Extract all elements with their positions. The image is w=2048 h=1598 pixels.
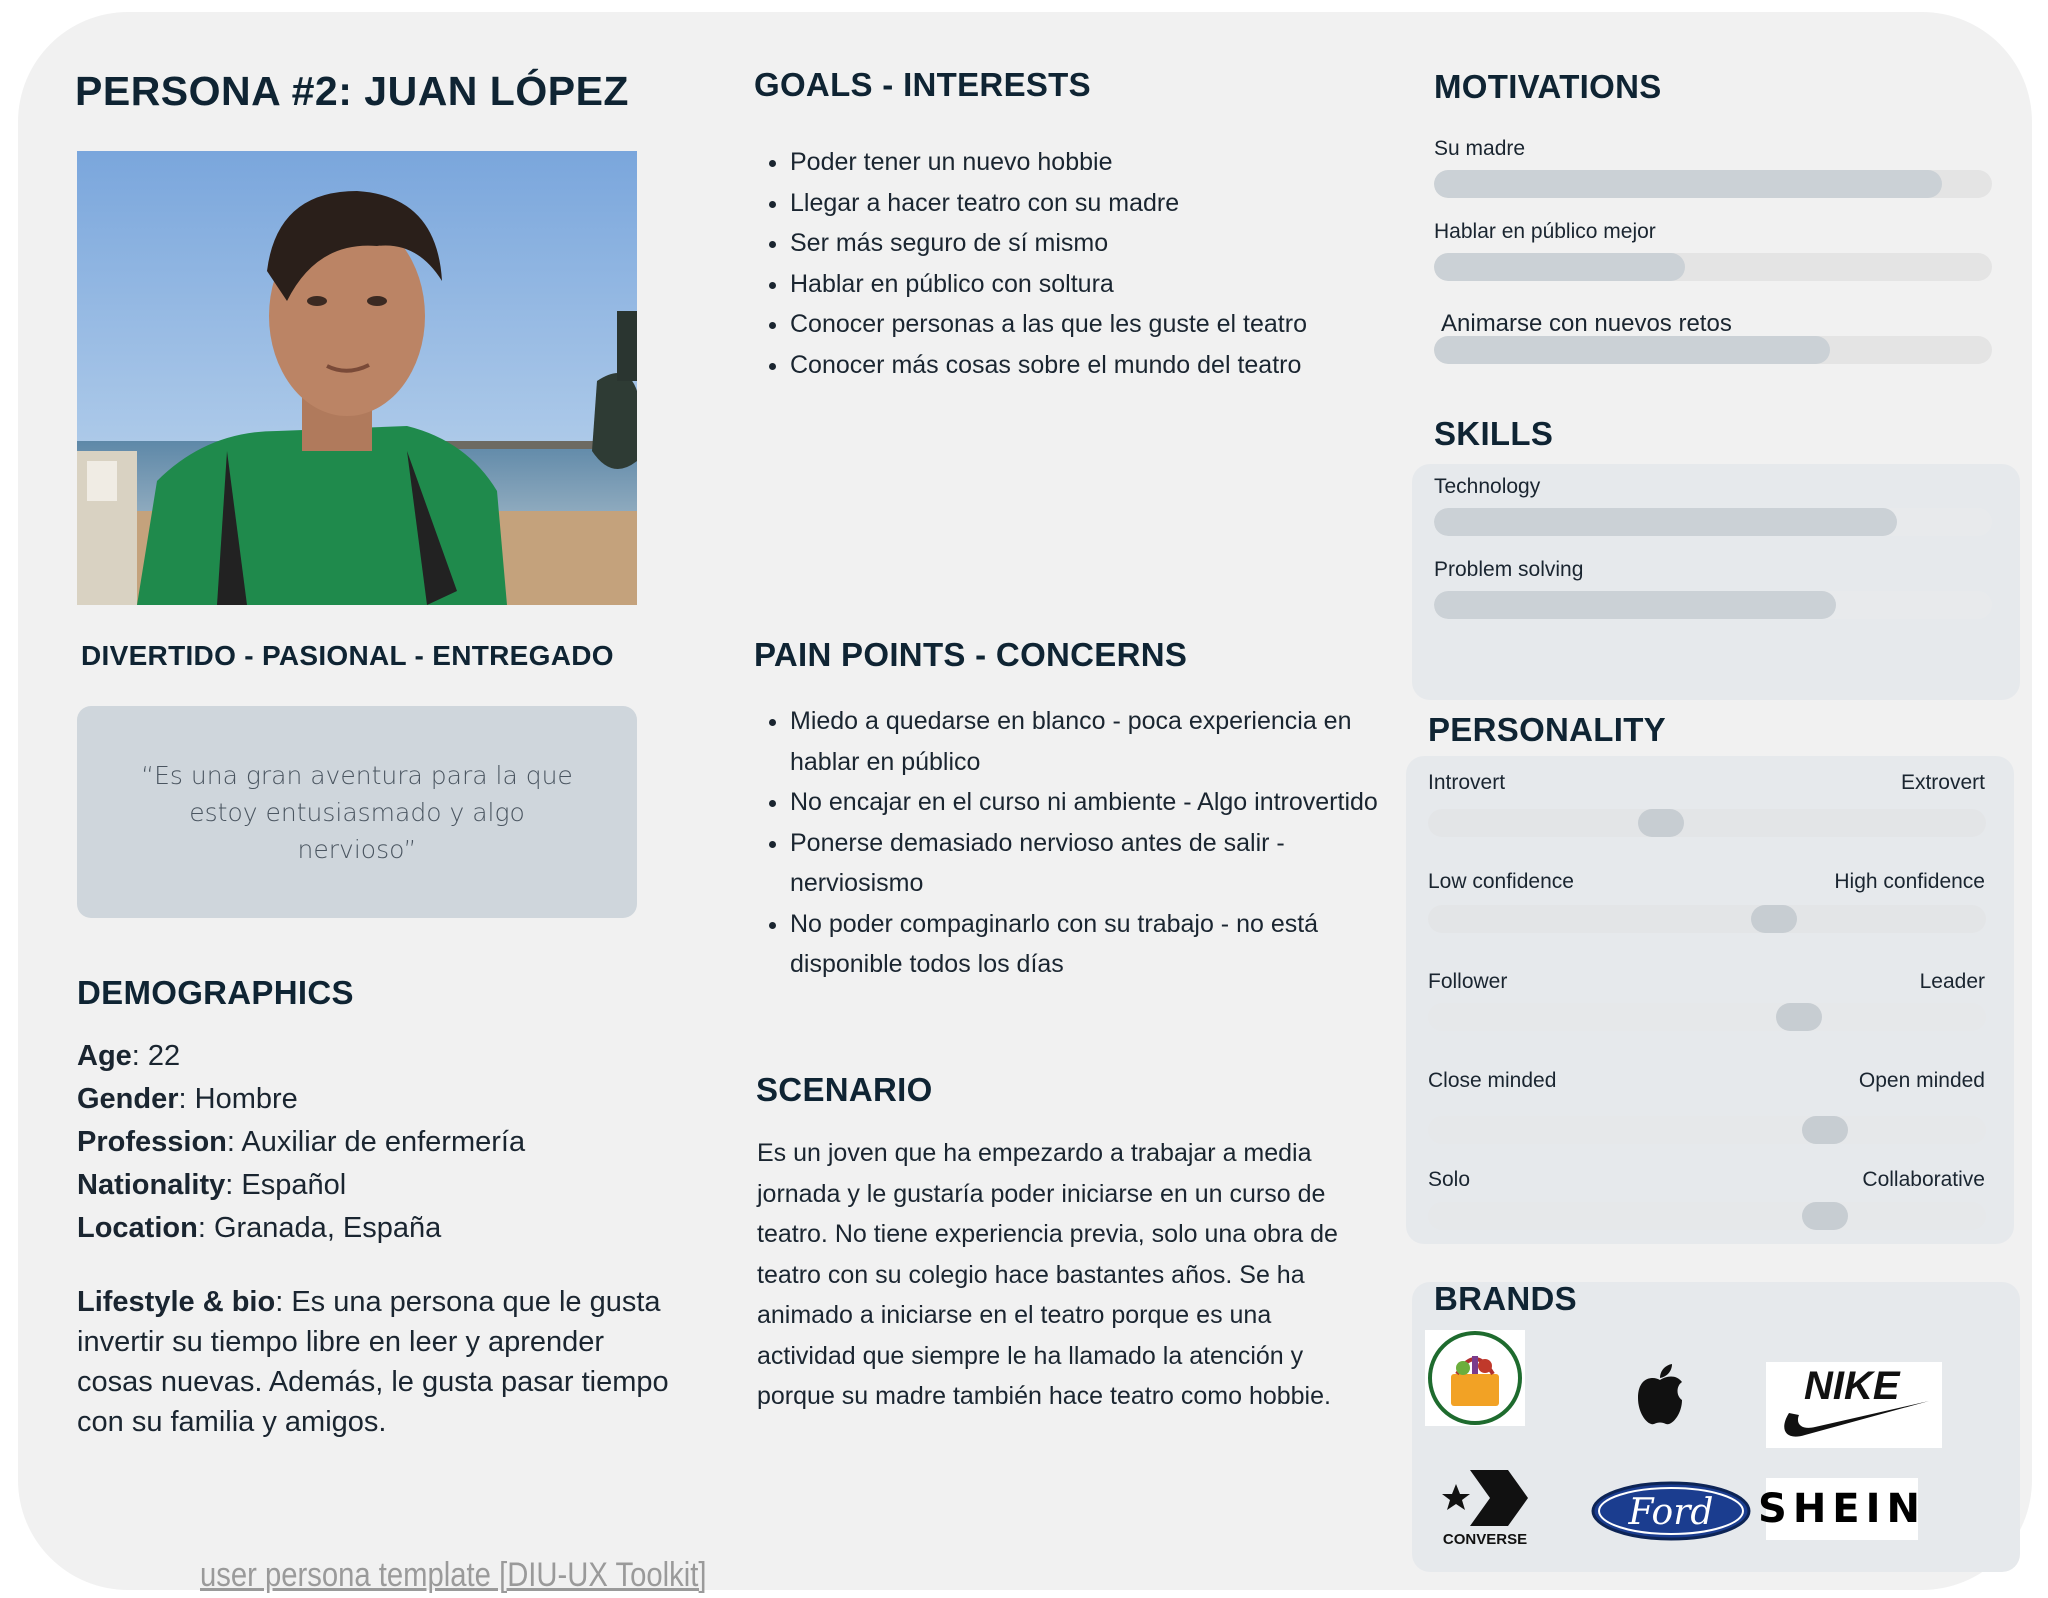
personality-slider (1428, 905, 1986, 933)
pain-points-list: Miedo a quedarse en blanco - poca experi… (754, 701, 1390, 985)
motivation-bar-fill (1434, 170, 1942, 198)
demographics-heading: DEMOGRAPHICS (77, 974, 354, 1011)
demographic-location: Location: Granada, España (77, 1212, 442, 1244)
personality-right-label: Open minded (1858, 1069, 1985, 1092)
persona-title: PERSONA #2: JUAN LÓPEZ (75, 68, 629, 114)
converse-logo: CONVERSE (1430, 1462, 1540, 1548)
personality-slider (1428, 1116, 1986, 1144)
skill-label: Technology (1434, 475, 1541, 498)
skills-panel (1412, 464, 2020, 700)
scenario-heading: SCENARIO (756, 1071, 933, 1108)
personality-slider (1428, 809, 1986, 837)
personality-slider-knob (1637, 809, 1684, 837)
goals-list: Poder tener un nuevo hobbie Llegar a hac… (754, 142, 1410, 385)
motivation-bar (1434, 253, 1992, 281)
goals-heading: GOALS - INTERESTS (754, 66, 1091, 103)
personality-slider-knob (1801, 1202, 1848, 1230)
goal-item: Poder tener un nuevo hobbie (790, 142, 1410, 183)
apple-logo (1625, 1360, 1695, 1430)
persona-photo (77, 151, 637, 605)
skill-bar-fill (1434, 591, 1836, 619)
skill-bar (1434, 591, 1992, 619)
personality-slider-knob (1801, 1116, 1848, 1144)
nike-logo: NIKE (1766, 1362, 1942, 1448)
lifestyle-bio: Lifestyle & bio: Es una persona que le g… (77, 1286, 669, 1438)
scenario-text: Es un joven que ha empezardo a trabajar … (757, 1139, 1338, 1410)
skill-bar (1434, 508, 1992, 536)
motivation-label: Hablar en público mejor (1434, 220, 1656, 243)
personality-slider-knob (1750, 905, 1797, 933)
persona-quote-box: “Es una gran aventura para la que estoy … (77, 706, 637, 918)
brands-heading: BRANDS (1434, 1280, 1577, 1317)
pain-point-item: Miedo a quedarse en blanco - poca experi… (790, 701, 1390, 782)
demographic-age: Age: 22 (77, 1040, 181, 1072)
shein-logo: SHEIN (1758, 1478, 1920, 1540)
persona-traits: DIVERTIDO - PASIONAL - ENTREGADO (81, 640, 614, 671)
svg-text:NIKE: NIKE (1804, 1364, 1901, 1408)
personality-slider (1428, 1003, 1986, 1031)
demographic-gender: Gender: Hombre (77, 1083, 298, 1115)
motivation-label: Animarse con nuevos retos (1441, 310, 1732, 337)
template-link[interactable]: user persona template [DIU-UX Toolkit] (200, 1556, 707, 1595)
personality-left-label: Introvert (1428, 771, 1506, 794)
personality-heading: PERSONALITY (1428, 711, 1666, 748)
skill-bar-fill (1434, 508, 1898, 536)
personality-right-label: Leader (1919, 970, 1985, 993)
personality-left-label: Solo (1428, 1168, 1471, 1191)
motivation-bar-fill (1434, 336, 1831, 364)
pain-point-item: No poder compaginarlo con su trabajo - n… (790, 904, 1390, 985)
skills-heading: SKILLS (1434, 415, 1554, 452)
personality-slider (1428, 1202, 1986, 1230)
motivation-label: Su madre (1434, 137, 1526, 160)
personality-right-label: Collaborative (1862, 1168, 1985, 1191)
pain-point-item: No encajar en el curso ni ambiente - Alg… (790, 782, 1390, 823)
pain-points-heading: PAIN POINTS - CONCERNS (754, 636, 1188, 673)
personality-left-label: Close minded (1428, 1069, 1557, 1092)
skill-label: Problem solving (1434, 558, 1584, 581)
demographics-list: Age: 22 Gender: Hombre Profession: Auxil… (77, 1035, 525, 1250)
svg-text:Ford: Ford (1628, 1492, 1714, 1533)
persona-quote: “Es una gran aventura para la que estoy … (141, 760, 573, 864)
demographic-profession: Profession: Auxiliar de enfermería (77, 1126, 526, 1158)
goal-item: Conocer más cosas sobre el mundo del tea… (790, 345, 1410, 386)
motivations-heading: MOTIVATIONS (1434, 68, 1662, 105)
demographic-nationality: Nationality: Español (77, 1169, 347, 1201)
goal-item: Hablar en público con soltura (790, 264, 1410, 305)
pain-point-item: Ponerse demasiado nervioso antes de sali… (790, 823, 1390, 904)
goal-item: Ser más seguro de sí mismo (790, 223, 1410, 264)
motivation-bar-fill (1434, 253, 1686, 281)
personality-right-label: Extrovert (1900, 771, 1985, 794)
svg-text:CONVERSE: CONVERSE (1443, 1531, 1527, 1548)
personality-left-label: Follower (1428, 970, 1508, 993)
goal-item: Conocer personas a las que les guste el … (790, 304, 1410, 345)
personality-left-label: Low confidence (1428, 870, 1574, 893)
goal-item: Llegar a hacer teatro con su madre (790, 183, 1410, 224)
ford-logo: Ford (1590, 1480, 1752, 1542)
grocery-basket-logo (1425, 1330, 1525, 1426)
personality-slider-knob (1776, 1003, 1823, 1031)
motivation-bar (1434, 170, 1992, 198)
personality-right-label: High confidence (1834, 870, 1985, 893)
motivation-bar (1434, 336, 1992, 364)
